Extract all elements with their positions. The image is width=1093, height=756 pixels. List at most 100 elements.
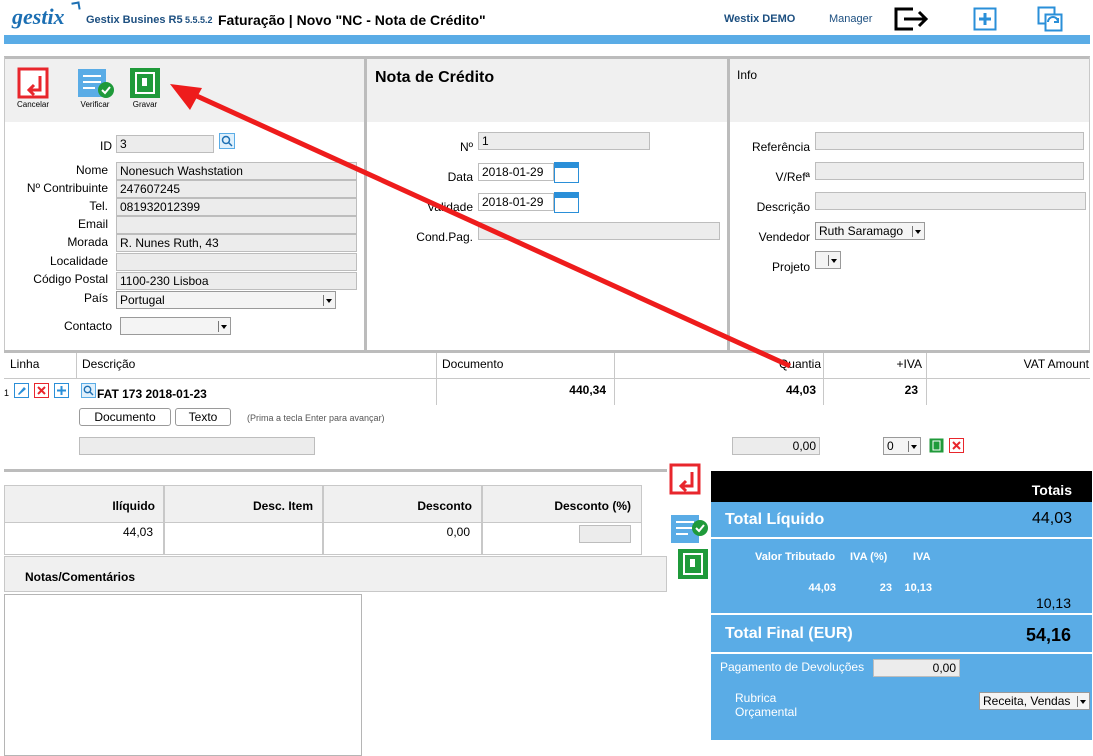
summary-table: Ilíquido Desc. Item Desconto Desconto (%… — [4, 485, 642, 555]
divider — [711, 613, 1092, 615]
cancel-line-icon[interactable] — [949, 438, 964, 453]
add-line-icon[interactable] — [54, 383, 69, 398]
app-version: 5.5.5.2 — [185, 15, 213, 25]
date-field[interactable]: 2018-01-29 — [478, 163, 554, 181]
col-discount-pct: Desconto (%) — [554, 499, 631, 513]
new-line-vat-select[interactable]: 0 — [883, 437, 921, 455]
col-description: Descrição — [82, 357, 136, 371]
taxed-label: Valor Tributado — [755, 551, 836, 563]
add-icon[interactable] — [973, 7, 997, 31]
col-vat: +IVA — [896, 357, 922, 371]
notes-label: Notas/Comentários — [25, 570, 136, 584]
zip-field[interactable]: 1100-230 Lisboa — [116, 272, 357, 290]
save-button[interactable]: Gravar — [122, 66, 168, 109]
verify-icon[interactable] — [668, 512, 710, 548]
header-strip — [4, 35, 1090, 44]
final-total-label: Total Final (EUR) — [725, 625, 853, 642]
verify-button[interactable]: Verificar — [72, 66, 118, 109]
cancel-icon[interactable] — [668, 462, 704, 498]
address-label: Morada — [67, 235, 108, 249]
row-quantity: 44,03 — [785, 383, 816, 397]
gestix-logo[interactable]: gestix — [12, 4, 65, 30]
divider — [163, 486, 165, 554]
cancel-button[interactable]: Cancelar — [10, 66, 56, 109]
chevron-down-icon — [908, 441, 918, 452]
final-total-value: 54,16 — [1025, 625, 1071, 645]
edit-icon[interactable] — [14, 383, 29, 398]
vat-label: IVA — [913, 551, 931, 563]
search-icon[interactable] — [219, 133, 235, 149]
date-label: Data — [447, 170, 473, 184]
contact-label: Contacto — [63, 319, 112, 333]
country-label: País — [83, 291, 108, 305]
discount-value[interactable]: 0,00 — [324, 525, 470, 539]
email-field[interactable] — [116, 216, 357, 234]
discount-pct-field[interactable] — [579, 525, 631, 543]
reference-field[interactable] — [815, 132, 1084, 150]
new-line-amount-field[interactable]: 0,00 — [732, 437, 820, 455]
col-discount: Desconto — [417, 499, 472, 513]
address-field[interactable]: R. Nunes Ruth, 43 — [116, 234, 357, 252]
country-select[interactable]: Portugal — [116, 291, 336, 309]
new-line-vat-value: 0 — [887, 439, 894, 453]
number-field[interactable]: 1 — [478, 132, 650, 150]
calendar-icon[interactable] — [554, 192, 579, 213]
col-net: Ilíquido — [112, 499, 155, 513]
reference-label: Referência — [751, 140, 810, 154]
search-icon[interactable] — [81, 383, 96, 398]
budget-value: Receita, Vendas — [983, 694, 1071, 708]
divider — [4, 57, 5, 351]
logo-swoosh — [71, 1, 81, 11]
name-field[interactable]: Nonesuch Washstation — [116, 162, 357, 180]
verify-icon — [78, 69, 114, 98]
net-value: 44,03 — [122, 525, 153, 539]
document-button[interactable]: Documento — [79, 408, 171, 426]
save-line-icon[interactable] — [929, 438, 944, 453]
new-line-description-field[interactable] — [79, 437, 315, 455]
nif-field[interactable]: 247607245 — [116, 180, 357, 198]
col-item-discount: Desc. Item — [252, 499, 313, 513]
user-name[interactable]: Manager — [829, 13, 872, 25]
text-button[interactable]: Texto — [175, 408, 231, 426]
id-field[interactable]: 3 — [116, 135, 214, 153]
calendar-icon[interactable] — [554, 162, 579, 183]
app-name: Gestix Busines R5 — [86, 14, 183, 26]
seller-value: Ruth Saramago — [819, 224, 904, 238]
logout-icon[interactable] — [893, 5, 931, 33]
enter-hint: (Prima a tecla Enter para avançar) — [247, 413, 385, 423]
divider — [1089, 57, 1090, 351]
contact-select[interactable] — [120, 317, 231, 335]
project-select[interactable] — [815, 251, 841, 269]
divider — [364, 57, 367, 351]
company-name[interactable]: Westix DEMO — [724, 13, 795, 25]
save-icon[interactable] — [676, 547, 710, 581]
city-label: Localidade — [49, 254, 108, 268]
city-field[interactable] — [116, 253, 357, 271]
row-document: 440,34 — [569, 383, 606, 397]
id-label: ID — [100, 139, 112, 153]
description-field[interactable] — [815, 192, 1086, 210]
budget-select[interactable]: Receita, Vendas — [979, 692, 1090, 710]
seller-select[interactable]: Ruth Saramago — [815, 222, 925, 240]
divider — [322, 486, 324, 554]
tel-field[interactable]: 081932012399 — [116, 198, 357, 216]
chevron-down-icon — [828, 255, 838, 266]
cancel-label: Cancelar — [16, 100, 49, 109]
delete-icon[interactable] — [34, 383, 49, 398]
notes-textarea[interactable] — [4, 594, 362, 756]
payment-field[interactable] — [478, 222, 720, 240]
vat-pct-value: 23 — [879, 582, 892, 594]
vref-field[interactable] — [815, 162, 1084, 180]
validity-field[interactable]: 2018-01-29 — [478, 193, 554, 211]
page-title: Faturação | Novo "NC - Nota de Crédito" — [218, 12, 486, 28]
chevron-down-icon — [912, 226, 922, 237]
number-label: Nº — [459, 140, 473, 154]
info-section-title: Info — [737, 68, 758, 82]
payment-label: Cond.Pag. — [416, 230, 473, 244]
country-value: Portugal — [120, 293, 165, 307]
chevron-down-icon — [218, 321, 228, 332]
row-description: FAT 173 2018-01-23 — [97, 387, 207, 401]
duplicate-icon[interactable] — [1037, 6, 1063, 32]
col-document: Documento — [442, 357, 504, 371]
refund-field[interactable]: 0,00 — [873, 659, 960, 677]
